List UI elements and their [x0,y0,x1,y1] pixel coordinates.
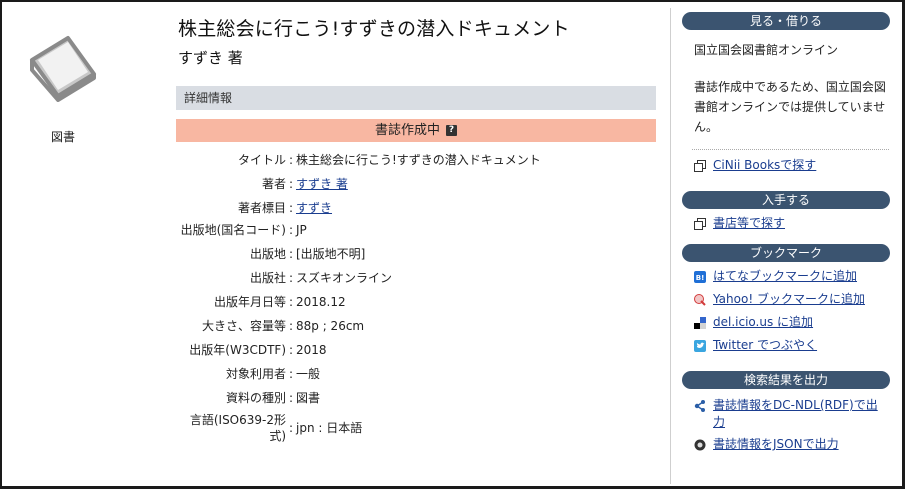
detail-value: jpn : 日本語 [296,420,363,435]
author-link[interactable]: すずき 著 [296,177,348,191]
bookstore-link[interactable]: 書店等で探す [713,215,785,232]
detail-row: 出版年(W3CDTF): 2018 [176,343,656,358]
hatena-bookmark-row[interactable]: B! はてなブックマークに追加 [694,268,899,285]
rdf-icon [694,400,705,412]
yahoo-bookmark-icon [694,294,706,306]
details-section-header: 詳細情報 [176,86,656,110]
detail-row: 出版地: [出版地不明] [176,247,656,262]
book-icon [30,36,96,102]
detail-label: 出版年月日等 [213,295,286,309]
detail-label: タイトル [237,153,286,167]
detail-value: [出版地不明] [296,247,366,261]
detail-value: 2018 [296,343,327,357]
twitter-row[interactable]: Twitter でつぶやく [694,337,899,354]
twitter-link[interactable]: Twitter でつぶやく [713,337,817,354]
detail-label: 資料の種別 [225,391,286,405]
external-link-icon [694,160,706,172]
detail-label: 出版地(国名コード) [180,223,286,237]
view-section-heading: 見る・借りる [682,12,890,30]
hatena-bookmark-icon: B! [694,271,706,283]
export-section-heading: 検索結果を出力 [682,371,890,389]
detail-value: 株主総会に行こう!すずきの潜入ドキュメント [296,153,541,167]
json-icon [694,439,706,451]
rdf-export-row[interactable]: 書誌情報をDC-NDL(RDF)で出力 [694,397,899,431]
detail-row: 大きさ、容量等: 88p ; 26cm [176,319,656,334]
bookmark-section-heading: ブックマーク [682,244,890,262]
yahoo-bookmark-link[interactable]: Yahoo! ブックマークに追加 [713,291,865,308]
detail-row: 資料の種別: 図書 [176,391,656,406]
author-line: すずき 著 [178,49,243,67]
detail-label: 出版年(W3CDTF) [189,343,286,357]
detail-row: 出版地(国名コード): JP [176,222,656,238]
detail-value: JP [296,222,307,237]
detail-row: 著者標目: すずき [176,201,656,216]
availability-note: 書誌作成中であるため、国立国会図書館オンラインでは提供していません。 [694,80,886,134]
status-banner: 書誌作成中? [176,119,656,142]
page-title: 株主総会に行こう!すずきの潜入ドキュメント [178,18,570,40]
record-main: 株主総会に行こう!すずきの潜入ドキュメント すずき 著 詳細情報 書誌作成中? … [176,10,656,444]
details-list: タイトル: 株主総会に行こう!すずきの潜入ドキュメント 著者: すずき 著 著者… [176,153,656,444]
detail-label: 言語(ISO639-2形式) [189,413,286,443]
cinii-link-row[interactable]: CiNii Booksで探す [694,157,899,174]
delicious-row[interactable]: del.icio.us に追加 [694,314,899,331]
delicious-icon [694,317,706,329]
yahoo-bookmark-row[interactable]: Yahoo! ブックマークに追加 [694,291,899,308]
external-link-icon [694,218,706,230]
detail-row: 出版年月日等: 2018.12 [176,295,656,310]
detail-value: スズキオンライン [296,271,393,285]
status-text: 書誌作成中 [374,123,440,138]
library-name: 国立国会図書館オンライン [694,43,839,57]
detail-value: 図書 [296,391,321,405]
detail-value: 一般 [296,367,321,381]
detail-row: 対象利用者: 一般 [176,367,656,382]
json-export-row[interactable]: 書誌情報をJSONで出力 [694,436,899,453]
detail-row: 著者: すずき 著 [176,177,656,192]
detail-label: 対象利用者 [225,367,286,381]
detail-row: 出版社: スズキオンライン [176,271,656,286]
cinii-books-link[interactable]: CiNii Booksで探す [713,157,816,174]
help-icon[interactable]: ? [446,125,457,136]
detail-label: 出版地 [249,247,286,261]
detail-label: 著者 [261,177,286,191]
material-type-label: 図書 [50,130,75,144]
detail-row: 言語(ISO639-2形式): jpn : 日本語 [176,412,656,444]
author-heading-link[interactable]: すずき [296,201,332,215]
divider [692,149,889,150]
detail-row: タイトル: 株主総会に行こう!すずきの潜入ドキュメント [176,153,656,168]
bookstore-link-row[interactable]: 書店等で探す [694,215,899,232]
sidebar: 見る・借りる 国立国会図書館オンライン 書誌作成中であるため、国立国会図書館オン… [670,8,899,484]
hatena-bookmark-link[interactable]: はてなブックマークに追加 [713,268,857,285]
delicious-link[interactable]: del.icio.us に追加 [713,314,813,331]
obtain-section-heading: 入手する [682,191,890,209]
detail-label: 出版社 [249,271,286,285]
twitter-icon [694,340,706,352]
detail-label: 大きさ、容量等 [201,319,286,333]
detail-label: 著者標目 [237,201,286,215]
svg-text:B!: B! [696,274,705,282]
json-export-link[interactable]: 書誌情報をJSONで出力 [713,436,839,453]
detail-value: 2018.12 [296,295,346,309]
detail-value: 88p ; 26cm [296,319,365,333]
rdf-export-link[interactable]: 書誌情報をDC-NDL(RDF)で出力 [713,397,883,431]
material-type-panel: 図書 [18,30,108,145]
